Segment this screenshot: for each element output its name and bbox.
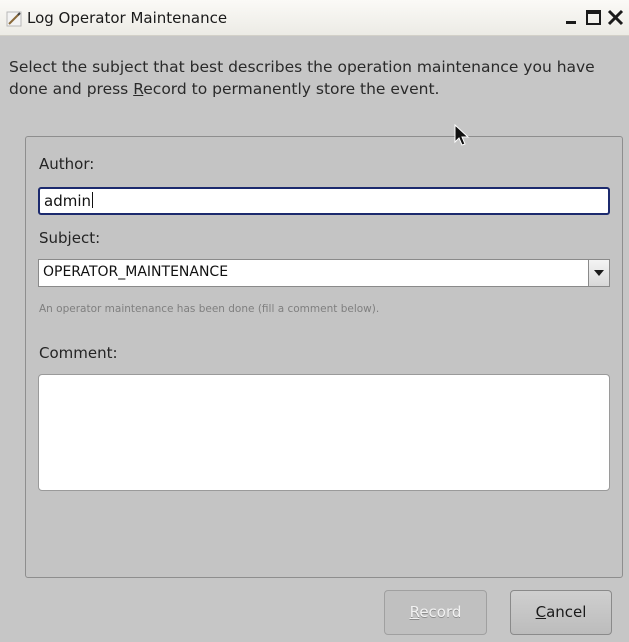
record-button[interactable]: Record (384, 590, 487, 635)
author-label: Author: (39, 155, 95, 173)
author-value: admin (44, 192, 91, 210)
close-icon[interactable] (607, 9, 624, 26)
instructions-text: Select the subject that best describes t… (9, 58, 595, 98)
cancel-button[interactable]: Cancel (510, 590, 612, 635)
subject-dropdown[interactable]: OPERATOR_MAINTENANCE (38, 259, 610, 287)
title-bar[interactable]: Log Operator Maintenance (0, 0, 629, 36)
subject-hint: An operator maintenance has been done (f… (39, 303, 380, 315)
subject-value: OPERATOR_MAINTENANCE (43, 264, 229, 280)
text-caret (92, 192, 93, 208)
maximize-icon[interactable] (585, 9, 602, 26)
comment-label: Comment: (39, 344, 118, 362)
mouse-pointer-icon (454, 124, 470, 146)
comment-textarea[interactable] (38, 374, 610, 491)
window-title: Log Operator Maintenance (27, 9, 228, 27)
subject-label: Subject: (39, 229, 101, 247)
pencil-icon (6, 11, 22, 27)
minimize-icon[interactable] (563, 9, 580, 26)
dropdown-button[interactable] (588, 260, 609, 286)
chevron-down-icon (594, 270, 604, 276)
author-input[interactable]: admin (38, 187, 610, 215)
